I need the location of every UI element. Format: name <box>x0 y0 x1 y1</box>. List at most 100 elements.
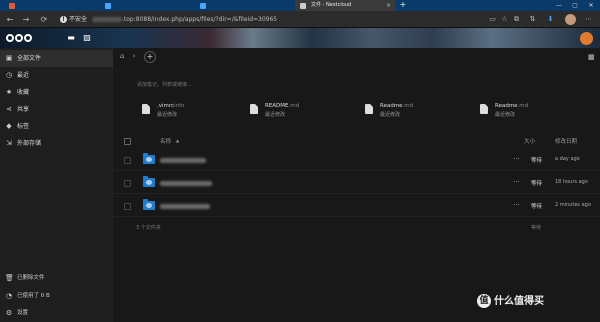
back-button[interactable]: ← <box>4 14 16 26</box>
sidebar-item-all-files[interactable]: ▣ 全部文件 <box>0 50 113 67</box>
gear-icon: ⚙ <box>5 309 13 317</box>
file-icon <box>480 104 488 114</box>
folder-icon[interactable]: ▬ <box>66 33 76 43</box>
recent-file-name: README.md <box>265 103 300 109</box>
more-actions-button[interactable]: ··· <box>513 155 520 163</box>
sidebar-item-label: 外部存储 <box>17 140 42 147</box>
recent-file[interactable]: Readme.md 最近修改 <box>365 103 475 121</box>
more-actions-button[interactable]: ··· <box>513 178 520 186</box>
select-all-checkbox[interactable] <box>124 138 131 145</box>
new-file-button[interactable]: + <box>144 51 156 63</box>
external-storage-icon: ⇲ <box>6 139 12 147</box>
clock-icon: ◷ <box>5 71 13 79</box>
window-close-button[interactable]: ✕ <box>584 0 598 11</box>
redacted-host <box>92 17 122 22</box>
row-checkbox[interactable] <box>124 180 131 187</box>
sidebar-item-external-storage[interactable]: ⇲ 外部存储 <box>0 135 113 152</box>
shared-folder-icon <box>143 153 155 164</box>
sidebar: ▣ 全部文件 ◷ 最近 ★ 收藏 ⋖ 共享 ◆ 标签 ⇲ 外部存储 🗑 已删除文… <box>0 48 113 322</box>
redacted-folder-name <box>160 158 206 163</box>
recent-file-name: Readme.md <box>495 103 529 109</box>
file-icon <box>142 104 150 114</box>
column-size[interactable]: 大小 <box>524 137 535 145</box>
more-actions-button[interactable]: ··· <box>513 201 520 209</box>
recent-file[interactable]: .vimrcinfo 最近修改 <box>142 103 252 121</box>
sidebar-item-tags[interactable]: ◆ 标签 <box>0 118 113 135</box>
more-menu-icon[interactable]: ⋯ <box>584 15 593 24</box>
browser-tab-1[interactable] <box>4 0 84 11</box>
sync-icon[interactable]: ⇅ <box>528 15 537 24</box>
profile-avatar[interactable] <box>565 14 576 25</box>
column-name[interactable]: 名称 <box>160 137 171 145</box>
browser-tab-3[interactable] <box>195 0 287 11</box>
reload-button[interactable]: ⟳ <box>38 14 50 26</box>
recent-file-name: Readme.md <box>380 103 414 109</box>
sidebar-item-recent[interactable]: ◷ 最近 <box>0 67 113 84</box>
sidebar-item-label: 最近 <box>17 72 30 79</box>
column-modified[interactable]: 修改日期 <box>555 137 577 145</box>
row-size: 等待 <box>531 204 543 210</box>
redacted-folder-name <box>160 181 212 186</box>
recent-file[interactable]: README.md 最近修改 <box>250 103 360 121</box>
watermark-logo-icon: 值 <box>477 294 491 308</box>
url-field[interactable]: .top:8088/index.php/apps/files/?dir=/&fi… <box>92 14 472 25</box>
shared-folder-icon <box>143 199 155 210</box>
trash-icon: 🗑 <box>5 274 14 282</box>
file-list-area: ⌂ › + ▦ 添加笔记，列表或链接... .vimrcinfo 最近修改 RE… <box>114 48 600 322</box>
minimize-button[interactable]: — <box>552 0 566 11</box>
sidebar-item-shared[interactable]: ⋖ 共享 <box>0 101 113 118</box>
forward-button[interactable]: → <box>20 14 32 26</box>
file-icon <box>365 104 373 114</box>
tab-favicon <box>200 3 206 9</box>
download-icon[interactable]: ⬇ <box>546 15 555 24</box>
user-avatar[interactable] <box>580 32 593 45</box>
star-icon[interactable]: ☆ <box>500 15 509 24</box>
home-icon[interactable]: ⌂ <box>120 52 124 60</box>
table-row[interactable]: ··· 等待 18 hours ago <box>114 172 600 194</box>
row-checkbox[interactable] <box>124 157 131 164</box>
file-icon <box>250 104 258 114</box>
sidebar-item-label: 全部文件 <box>17 55 42 62</box>
tab-title: 文件 - Nextcloud <box>311 2 352 8</box>
pie-icon: ◔ <box>5 292 13 300</box>
tag-icon: ◆ <box>6 122 12 130</box>
collections-icon[interactable]: ⧉ <box>512 15 521 24</box>
image-icon[interactable]: ▨ <box>82 33 92 43</box>
tab-favicon <box>105 3 111 9</box>
insecure-label: 不安全 <box>69 16 88 23</box>
row-size: 等待 <box>531 181 543 187</box>
row-modified: 2 minutes ago <box>555 202 591 208</box>
close-icon[interactable]: × <box>386 0 391 11</box>
sidebar-item-label: 已删除文件 <box>17 275 45 281</box>
sidebar-item-label: 共享 <box>17 106 30 113</box>
nextcloud-header: ▬ ▨ <box>0 28 600 48</box>
grid-view-toggle-icon[interactable]: ▦ <box>588 53 596 61</box>
new-tab-button[interactable]: + <box>397 0 409 11</box>
sidebar-item-favorites[interactable]: ★ 收藏 <box>0 84 113 101</box>
row-size: 等待 <box>531 158 543 164</box>
row-modified: 18 hours ago <box>555 179 588 185</box>
row-modified: a day ago <box>555 156 580 162</box>
breadcrumb: ⌂ › <box>120 52 136 64</box>
reader-icon[interactable]: ▭ <box>488 15 497 24</box>
redacted-folder-name <box>160 204 210 209</box>
sidebar-item-settings[interactable]: ⚙ 设置 <box>0 305 113 322</box>
sort-ascending-icon: ▲ <box>176 138 180 143</box>
recent-file[interactable]: Readme.md 最近修改 <box>480 103 590 121</box>
watermark-text: 什么值得买 <box>494 296 544 307</box>
nextcloud-logo[interactable] <box>6 33 32 43</box>
table-row[interactable]: ··· 等待 2 minutes ago <box>114 195 600 217</box>
table-row[interactable]: ··· 等待 a day ago <box>114 149 600 171</box>
browser-tab-nextcloud[interactable]: 文件 - Nextcloud × <box>295 0 395 11</box>
url-text: .top:8088/index.php/apps/files/?dir=/&fi… <box>122 16 278 23</box>
browser-tab-2[interactable] <box>100 0 190 11</box>
row-checkbox[interactable] <box>124 203 131 210</box>
security-indicator[interactable]: ! 不安全 <box>60 14 87 25</box>
breadcrumb-separator: › <box>132 52 136 60</box>
folder-description-placeholder[interactable]: 添加笔记，列表或链接... <box>137 81 192 88</box>
maximize-button[interactable]: ▢ <box>568 0 582 11</box>
file-summary: 3 个文件夹 <box>136 225 161 231</box>
star-icon: ★ <box>5 88 13 96</box>
folder-icon: ▣ <box>5 54 13 62</box>
sidebar-item-deleted-files[interactable]: 🗑 已删除文件 <box>0 270 113 287</box>
